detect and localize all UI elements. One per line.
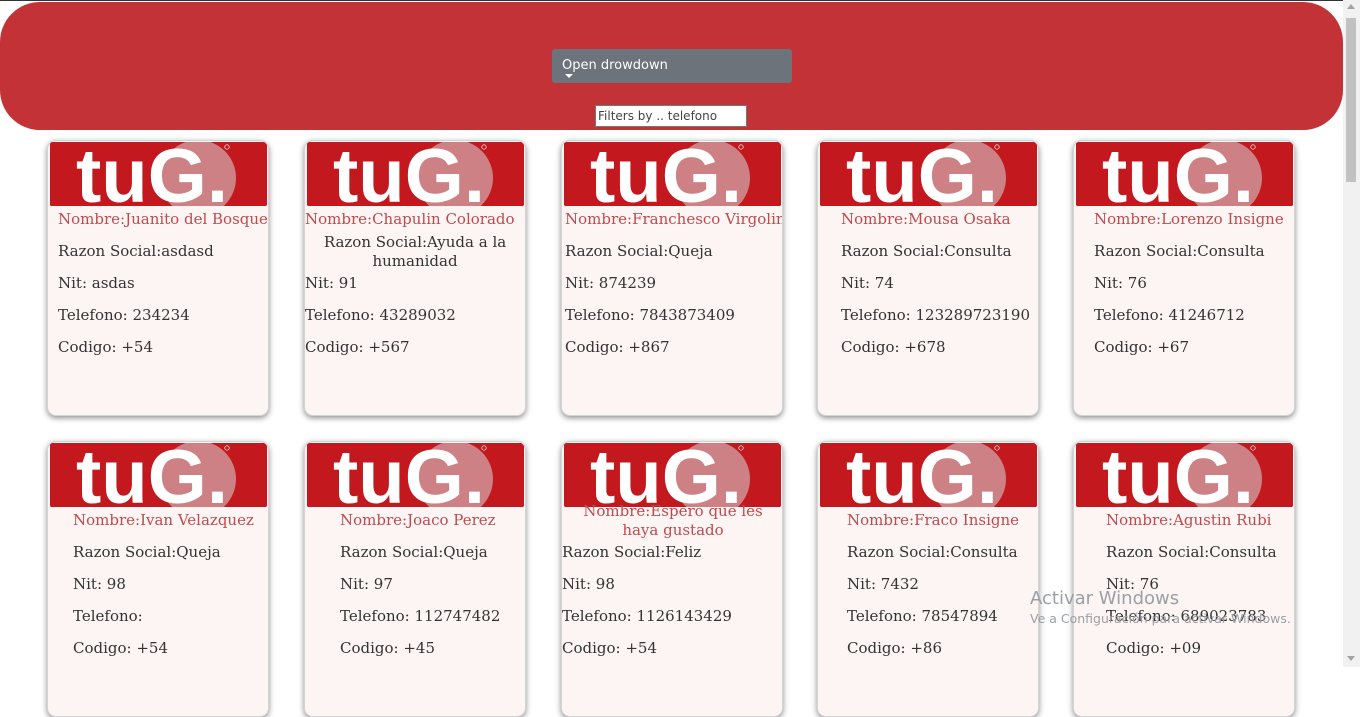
logo-text: tuG. (590, 142, 742, 206)
card-nombre: Nombre:Ivan Velazquez (73, 511, 254, 529)
client-card[interactable]: tuG. Nombre:Lorenzo Insigne Razon Social:C… (1073, 140, 1295, 416)
tug-logo: tuG. (1076, 142, 1293, 206)
dropdown-button-label: Open drowdown (562, 58, 668, 73)
card-codigo: Codigo: +67 (1094, 338, 1190, 356)
card-codigo: Codigo: +54 (73, 639, 169, 657)
card-nombre: Nombre:Juanito del Bosque (58, 210, 268, 228)
logo-text: tuG. (846, 142, 998, 206)
card-telefono: Telefono: 7843873409 (565, 306, 735, 324)
card-telefono: Telefono: 78547894 (847, 607, 998, 625)
logo-text: tuG. (333, 443, 485, 507)
caret-down-icon (565, 74, 573, 78)
card-codigo: Codigo: +09 (1106, 639, 1202, 657)
windows-activation-watermark: Activar Windows Ve a Configuración para … (1030, 588, 1291, 626)
card-codigo: Codigo: +54 (562, 639, 658, 657)
card-razon-social: Razon Social:Consulta (1106, 543, 1277, 561)
tug-logo: tuG. (820, 142, 1037, 206)
card-telefono: Telefono: 43289032 (305, 306, 456, 324)
tug-logo: tuG. (50, 443, 267, 507)
card-razon-social: Razon Social:Queja (340, 543, 488, 561)
logo-text: tuG. (76, 443, 228, 507)
card-razon-social: Razon Social:Feliz (562, 543, 702, 561)
card-codigo: Codigo: +678 (841, 338, 946, 356)
tug-logo: tuG. (50, 142, 267, 206)
card-nit: Nit: 98 (562, 575, 615, 593)
card-nit: Nit: 98 (73, 575, 126, 593)
logo-text: tuG. (846, 443, 998, 507)
card-razon-social: Razon Social:asdasd (58, 242, 214, 260)
client-card[interactable]: tuG. Nombre:Chapulin Colorado Razon Social… (304, 140, 526, 416)
tug-logo: tuG. (820, 443, 1037, 507)
client-card[interactable]: tuG. Nombre:Ivan Velazquez Razon Social:Qu… (47, 441, 269, 717)
card-nombre: Nombre:Lorenzo Insigne (1094, 210, 1284, 228)
card-nombre: Nombre:Espero que les haya gustado (583, 502, 763, 539)
card-razon-social: Razon Social:Consulta (847, 543, 1018, 561)
card-nit: Nit: 74 (841, 274, 894, 292)
card-telefono: Telefono: (73, 607, 143, 625)
logo-text: tuG. (590, 443, 742, 507)
card-nit: Nit: 76 (1094, 274, 1147, 292)
watermark-subtitle: Ve a Configuración para activar Windows. (1030, 611, 1291, 626)
card-telefono: Telefono: 123289723190 (841, 306, 1031, 324)
open-dropdown-button[interactable]: Open drowdown (552, 49, 792, 83)
vertical-scrollbar[interactable] (1343, 0, 1360, 667)
card-nombre: Nombre:Agustin Rubi (1106, 511, 1272, 529)
logo-text: tuG. (1102, 443, 1254, 507)
card-telefono: Telefono: 1126143429 (562, 607, 732, 625)
scroll-up-arrow-icon[interactable] (1347, 4, 1355, 9)
card-razon-social: Razon Social:Ayuda a la humanidad (323, 233, 507, 270)
scroll-down-arrow-icon[interactable] (1347, 656, 1355, 661)
card-razon-social: Razon Social:Queja (565, 242, 713, 260)
card-razon-social: Razon Social:Consulta (1094, 242, 1265, 260)
card-nit: Nit: 91 (305, 274, 358, 292)
card-codigo: Codigo: +86 (847, 639, 943, 657)
card-nit: Nit: 97 (340, 575, 393, 593)
card-telefono: Telefono: 234234 (58, 306, 190, 324)
window-top-border (0, 0, 1360, 1)
watermark-title: Activar Windows (1030, 588, 1180, 609)
card-codigo: Codigo: +867 (565, 338, 670, 356)
filter-telefono-input[interactable] (595, 105, 747, 127)
client-card[interactable]: tuG. Nombre:Juanito del Bosque Razon Socia… (47, 140, 269, 416)
tug-logo: tuG. (564, 142, 781, 206)
client-card[interactable]: tuG. Nombre:Fraco Insigne Razon Social:Con… (817, 441, 1039, 717)
card-nombre: Nombre:Mousa Osaka (841, 210, 1011, 228)
client-card[interactable]: tuG. Nombre:Joaco Perez Razon Social:Queja… (304, 441, 526, 717)
logo-text: tuG. (1102, 142, 1254, 206)
card-nombre: Nombre:Fraco Insigne (847, 511, 1020, 529)
tug-logo: tuG. (307, 142, 524, 206)
card-nit: Nit: 874239 (565, 274, 657, 292)
client-card[interactable]: tuG. Nombre:Espero que les haya gustado Ra… (561, 441, 783, 717)
card-razon-social: Razon Social:Consulta (841, 242, 1012, 260)
client-card[interactable]: tuG. Nombre:Agustin Rubi Razon Social:Cons… (1073, 441, 1295, 717)
card-codigo: Codigo: +45 (340, 639, 436, 657)
card-codigo: Codigo: +567 (305, 338, 410, 356)
card-nit: Nit: asdas (58, 274, 135, 292)
card-telefono: Telefono: 41246712 (1094, 306, 1245, 324)
card-telefono: Telefono: 112747482 (340, 607, 501, 625)
logo-text: tuG. (333, 142, 485, 206)
card-nombre: Nombre:Joaco Perez (340, 511, 496, 529)
card-nit: Nit: 7432 (847, 575, 919, 593)
logo-text: tuG. (76, 142, 228, 206)
tug-logo: tuG. (564, 443, 781, 507)
client-card[interactable]: tuG. Nombre:Franchesco Virgolini Razon Soc… (561, 140, 783, 416)
scrollbar-thumb[interactable] (1346, 18, 1356, 182)
client-card[interactable]: tuG. Nombre:Mousa Osaka Razon Social:Consu… (817, 140, 1039, 416)
card-razon-social: Razon Social:Queja (73, 543, 221, 561)
card-nombre: Nombre:Franchesco Virgolini (565, 210, 783, 228)
card-nombre: Nombre:Chapulin Colorado (305, 210, 515, 228)
tug-logo: tuG. (307, 443, 524, 507)
tug-logo: tuG. (1076, 443, 1293, 507)
card-codigo: Codigo: +54 (58, 338, 154, 356)
